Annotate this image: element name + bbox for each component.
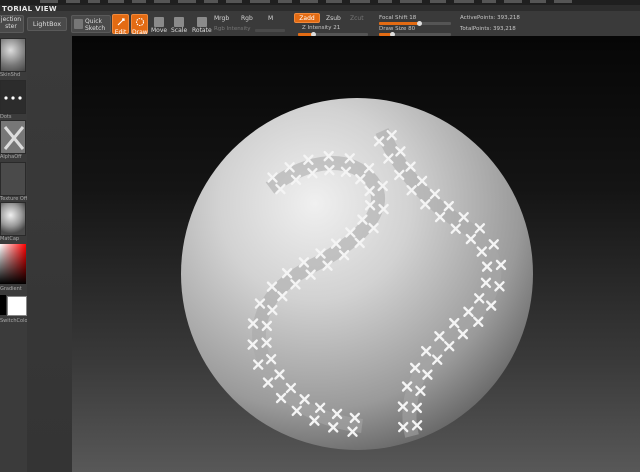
top-toolbar: jection ster LightBox Quick Sketch Edit … xyxy=(0,11,640,37)
move-icon xyxy=(154,17,164,27)
focal-shift-fill xyxy=(379,22,419,25)
rgb-button[interactable]: Rgb xyxy=(241,15,253,22)
menu-item[interactable] xyxy=(226,0,242,3)
menu-item[interactable] xyxy=(132,0,146,3)
dots-stroke-icon xyxy=(4,96,22,100)
projection-master-button[interactable]: jection ster xyxy=(0,15,24,33)
menu-item[interactable] xyxy=(378,0,392,3)
draw-icon xyxy=(135,17,144,27)
stroke-tile[interactable] xyxy=(0,80,26,114)
zcut-button[interactable]: Zcut xyxy=(350,15,364,22)
alpha-tile[interactable] xyxy=(0,120,26,154)
move-button[interactable]: Move xyxy=(150,14,167,34)
main-color-swatch[interactable] xyxy=(0,295,6,315)
rotate-button[interactable]: Rotate xyxy=(191,14,212,34)
quick-sketch-label-2: Sketch xyxy=(85,25,106,32)
menu-item[interactable] xyxy=(530,0,546,3)
quick-sketch-label: Quick xyxy=(85,18,102,25)
edit-label: Edit xyxy=(114,29,127,36)
quick-sketch-button[interactable]: Quick Sketch xyxy=(71,15,111,33)
sculpted-sphere[interactable] xyxy=(72,36,640,472)
zsub-button[interactable]: Zsub xyxy=(326,15,341,22)
rgb-intensity-slider[interactable] xyxy=(255,29,285,32)
menu-item[interactable] xyxy=(482,0,496,3)
sketch-icon xyxy=(74,19,83,29)
menu-item[interactable] xyxy=(504,0,522,3)
matcap-tile[interactable] xyxy=(0,202,26,236)
menu-item[interactable] xyxy=(250,0,270,3)
menu-item[interactable] xyxy=(178,0,196,3)
scale-icon xyxy=(174,17,184,27)
menu-item[interactable] xyxy=(400,0,422,3)
menu-item[interactable] xyxy=(278,0,292,3)
zadd-button[interactable]: Zadd xyxy=(294,13,320,23)
menu-item[interactable] xyxy=(108,0,124,3)
total-points-readout: TotalPoints: 393,218 xyxy=(460,26,516,32)
material-label: SkinShd xyxy=(0,72,21,78)
edit-icon xyxy=(117,18,125,26)
menu-item[interactable] xyxy=(40,0,58,3)
rotate-label: Rotate xyxy=(192,27,212,34)
menu-item[interactable] xyxy=(300,0,318,3)
gradient-label: Gradient xyxy=(0,286,22,292)
tray-divider xyxy=(27,36,72,472)
rotate-icon xyxy=(197,17,207,27)
menu-item[interactable] xyxy=(350,0,370,3)
m-button[interactable]: M xyxy=(268,15,273,22)
move-label: Move xyxy=(151,27,168,34)
color-picker[interactable] xyxy=(0,244,26,284)
projection-master-label-2: ster xyxy=(5,23,17,30)
rgb-intensity-label: Rgb Intensity xyxy=(214,26,251,32)
left-tray: SkinShd Dots AlphaOff Texture Off MatCap… xyxy=(0,36,30,472)
menu-item[interactable] xyxy=(88,0,100,3)
edit-button[interactable]: Edit xyxy=(112,14,129,36)
menu-item[interactable] xyxy=(326,0,342,3)
draw-label: Draw xyxy=(132,29,148,36)
material-tile[interactable] xyxy=(0,38,26,72)
matcap-label: MatCap xyxy=(0,236,20,242)
scale-label: Scale xyxy=(171,27,188,34)
alpha-off-icon xyxy=(3,126,25,150)
secondary-color-swatch[interactable] xyxy=(7,296,27,316)
z-intensity-label: Z Intensity 21 xyxy=(302,25,341,31)
draw-button[interactable]: Draw xyxy=(131,14,148,36)
document-canvas[interactable] xyxy=(72,36,640,472)
menu-item[interactable] xyxy=(66,0,80,3)
switch-color-label: SwitchColor xyxy=(0,318,30,324)
menu-item[interactable] xyxy=(430,0,446,3)
draw-size-label: Draw Size 80 xyxy=(379,26,416,32)
alpha-label: AlphaOff xyxy=(0,154,22,160)
projection-master-label: jection xyxy=(0,16,22,23)
active-points-readout: ActivePoints: 393,218 xyxy=(460,15,520,21)
scale-button[interactable]: Scale xyxy=(170,14,187,34)
menu-item[interactable] xyxy=(454,0,474,3)
menu-item[interactable] xyxy=(204,0,218,3)
focal-shift-slider[interactable] xyxy=(379,21,451,26)
menu-item[interactable] xyxy=(554,0,572,3)
mrgb-button[interactable]: Mrgb xyxy=(214,15,229,22)
focal-shift-knob[interactable] xyxy=(416,21,422,26)
menu-item[interactable] xyxy=(154,0,170,3)
texture-tile[interactable] xyxy=(0,162,26,196)
sphere-body xyxy=(181,98,533,450)
lightbox-button[interactable]: LightBox xyxy=(27,17,67,31)
focal-shift-label: Focal Shift 18 xyxy=(379,15,417,21)
